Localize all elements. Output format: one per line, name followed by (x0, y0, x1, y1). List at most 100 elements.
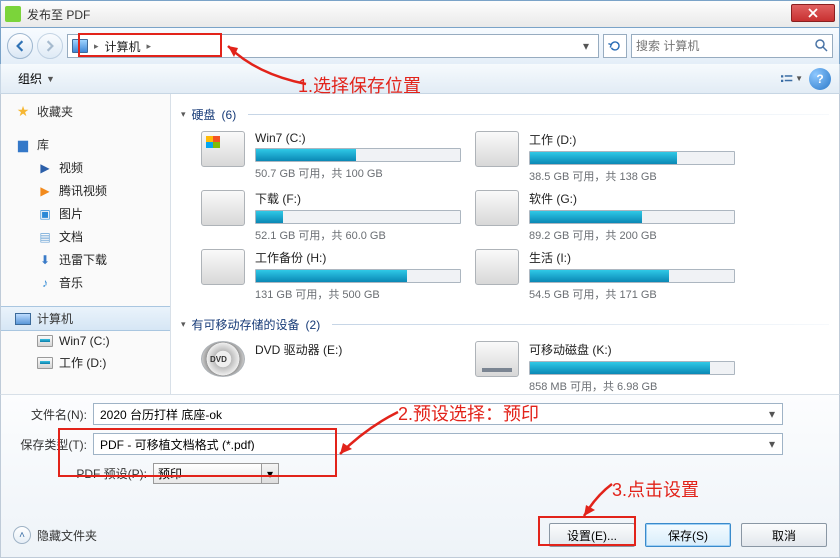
search-icon (814, 38, 828, 55)
drive-icon (475, 249, 519, 285)
preset-combo[interactable]: 预印 ▾ (153, 463, 279, 484)
section-label: 有可移动存储的设备 (192, 316, 300, 333)
computer-icon (72, 39, 88, 53)
window-title: 发布至 PDF (27, 6, 90, 23)
drive-name: 工作 (D:) (529, 131, 735, 148)
drive-stat: 131 GB 可用，共 500 GB (255, 286, 461, 302)
type-field[interactable]: ▾ (93, 433, 783, 455)
breadcrumb-sep: ▸ (94, 41, 99, 52)
view-button[interactable]: ▼ (781, 69, 803, 89)
drive-name: 软件 (G:) (529, 190, 735, 207)
organize-label: 组织 (18, 70, 42, 87)
chevron-down-icon: ▼ (795, 74, 803, 83)
drive-item[interactable]: 下载 (F:) 52.1 GB 可用，共 60.0 GB (201, 190, 461, 243)
search-input[interactable] (636, 39, 814, 53)
drive-stat: 38.5 GB 可用，共 138 GB (529, 168, 735, 184)
drive-item[interactable]: 工作备份 (H:) 131 GB 可用，共 500 GB (201, 249, 461, 302)
sidebar-item-documents[interactable]: ▤ 文档 (1, 225, 170, 248)
music-icon: ♪ (37, 275, 53, 291)
computer-icon (15, 313, 31, 325)
drive-stat: 52.1 GB 可用，共 60.0 GB (255, 227, 461, 243)
drive-item[interactable]: 工作 (D:) 38.5 GB 可用，共 138 GB (475, 131, 735, 184)
sidebar-item-label: Win7 (C:) (59, 334, 110, 348)
divider (332, 324, 829, 325)
address-dropdown-icon[interactable]: ▾ (578, 39, 594, 53)
sidebar-libraries[interactable]: ▆库 (1, 133, 170, 156)
section-removable[interactable]: ▾ 有可移动存储的设备 (2) (181, 312, 829, 337)
picture-icon: ▣ (37, 206, 53, 222)
type-input[interactable] (100, 437, 776, 451)
drive-name: DVD 驱动器 (E:) (255, 341, 461, 358)
drive-name: Win7 (C:) (255, 131, 461, 145)
drive-stat: 89.2 GB 可用，共 200 GB (529, 227, 735, 243)
capacity-bar (529, 361, 735, 375)
drive-stat: 54.5 GB 可用，共 171 GB (529, 286, 735, 302)
cancel-button[interactable]: 取消 (741, 523, 827, 547)
chevron-down-icon[interactable]: ▾ (764, 406, 780, 422)
section-label: 硬盘 (192, 106, 216, 123)
sidebar-favorites[interactable]: ★收藏夹 (1, 100, 170, 123)
sidebar-item-label: 文档 (59, 228, 83, 245)
drive-name: 生活 (I:) (529, 249, 735, 266)
drive-name: 工作备份 (H:) (255, 249, 461, 266)
sidebar-item-video[interactable]: ▶视频 (1, 156, 170, 179)
refresh-icon (608, 39, 622, 53)
chevron-down-icon[interactable]: ▾ (261, 464, 278, 483)
document-icon: ▤ (37, 229, 53, 245)
drive-item[interactable]: 生活 (I:) 54.5 GB 可用，共 171 GB (475, 249, 735, 302)
type-label: 保存类型(T): (13, 436, 93, 453)
drive-item[interactable]: 软件 (G:) 89.2 GB 可用，共 200 GB (475, 190, 735, 243)
drive-name: 可移动磁盘 (K:) (529, 341, 735, 358)
drive-stat: 858 MB 可用，共 6.98 GB (529, 378, 735, 394)
drive-item[interactable]: Win7 (C:) 50.7 GB 可用，共 100 GB (201, 131, 461, 184)
section-count: (2) (306, 318, 321, 332)
filename-field[interactable]: ▾ (93, 403, 783, 425)
bottom-panel: 文件名(N): ▾ 保存类型(T): ▾ PDF 预设(P): 预印 ▾ ˄ 隐… (0, 394, 840, 558)
close-button[interactable] (791, 4, 835, 22)
collapse-icon: ▾ (181, 109, 186, 120)
sidebar-item-label: 迅雷下载 (59, 251, 107, 268)
chevron-down-icon: ▼ (46, 74, 55, 84)
sidebar-item-tencent[interactable]: ▶腾讯视频 (1, 179, 170, 202)
sidebar-drive-d[interactable]: 工作 (D:) (1, 351, 170, 374)
section-hdd[interactable]: ▾ 硬盘 (6) (181, 102, 829, 127)
removable-item[interactable]: 可移动磁盘 (K:) 858 MB 可用，共 6.98 GB (475, 341, 735, 394)
removable-grid: DVD 驱动器 (E:) 可移动磁盘 (K:) 858 MB 可用，共 6.98… (181, 337, 829, 394)
drive-icon (37, 335, 53, 347)
removable-item[interactable]: DVD 驱动器 (E:) (201, 341, 461, 394)
capacity-bar (255, 269, 461, 283)
back-button[interactable] (7, 33, 33, 59)
sidebar-item-label: 音乐 (59, 274, 83, 291)
address-bar[interactable]: ▸ 计算机 ▸ ▾ (67, 34, 599, 58)
capacity-bar (255, 210, 461, 224)
save-button[interactable]: 保存(S) (645, 523, 731, 547)
download-icon: ⬇ (37, 252, 53, 268)
forward-button[interactable] (37, 33, 63, 59)
collapse-icon: ▾ (181, 319, 186, 330)
settings-button[interactable]: 设置(E)... (549, 523, 635, 547)
sidebar-drive-c[interactable]: Win7 (C:) (1, 331, 170, 351)
drive-icon (475, 190, 519, 226)
filename-input[interactable] (100, 407, 776, 421)
sidebar-computer[interactable]: 计算机 (1, 306, 170, 331)
dvd-icon (201, 341, 245, 377)
organize-button[interactable]: 组织 ▼ (9, 67, 64, 90)
sidebar-item-label: 视频 (59, 159, 83, 176)
refresh-button[interactable] (603, 34, 627, 58)
sidebar-item-pictures[interactable]: ▣图片 (1, 202, 170, 225)
breadcrumb-root[interactable]: 计算机 (105, 38, 141, 55)
capacity-bar (529, 269, 735, 283)
search-box[interactable] (631, 34, 833, 58)
divider (248, 114, 829, 115)
drive-name: 下载 (F:) (255, 190, 461, 207)
navbar: ▸ 计算机 ▸ ▾ (0, 28, 840, 64)
remov-icon (475, 341, 519, 377)
help-button[interactable]: ? (809, 68, 831, 90)
chevron-down-icon[interactable]: ▾ (764, 436, 780, 452)
view-icon (781, 72, 793, 86)
footer: ˄ 隐藏文件夹 设置(E)... 保存(S) 取消 (13, 523, 827, 547)
sidebar-item-xunlei[interactable]: ⬇ 迅雷下载 (1, 248, 170, 271)
sidebar-item-music[interactable]: ♪ 音乐 (1, 271, 170, 294)
drive-icon (201, 190, 245, 226)
hide-folders-button[interactable]: ˄ 隐藏文件夹 (13, 526, 97, 544)
